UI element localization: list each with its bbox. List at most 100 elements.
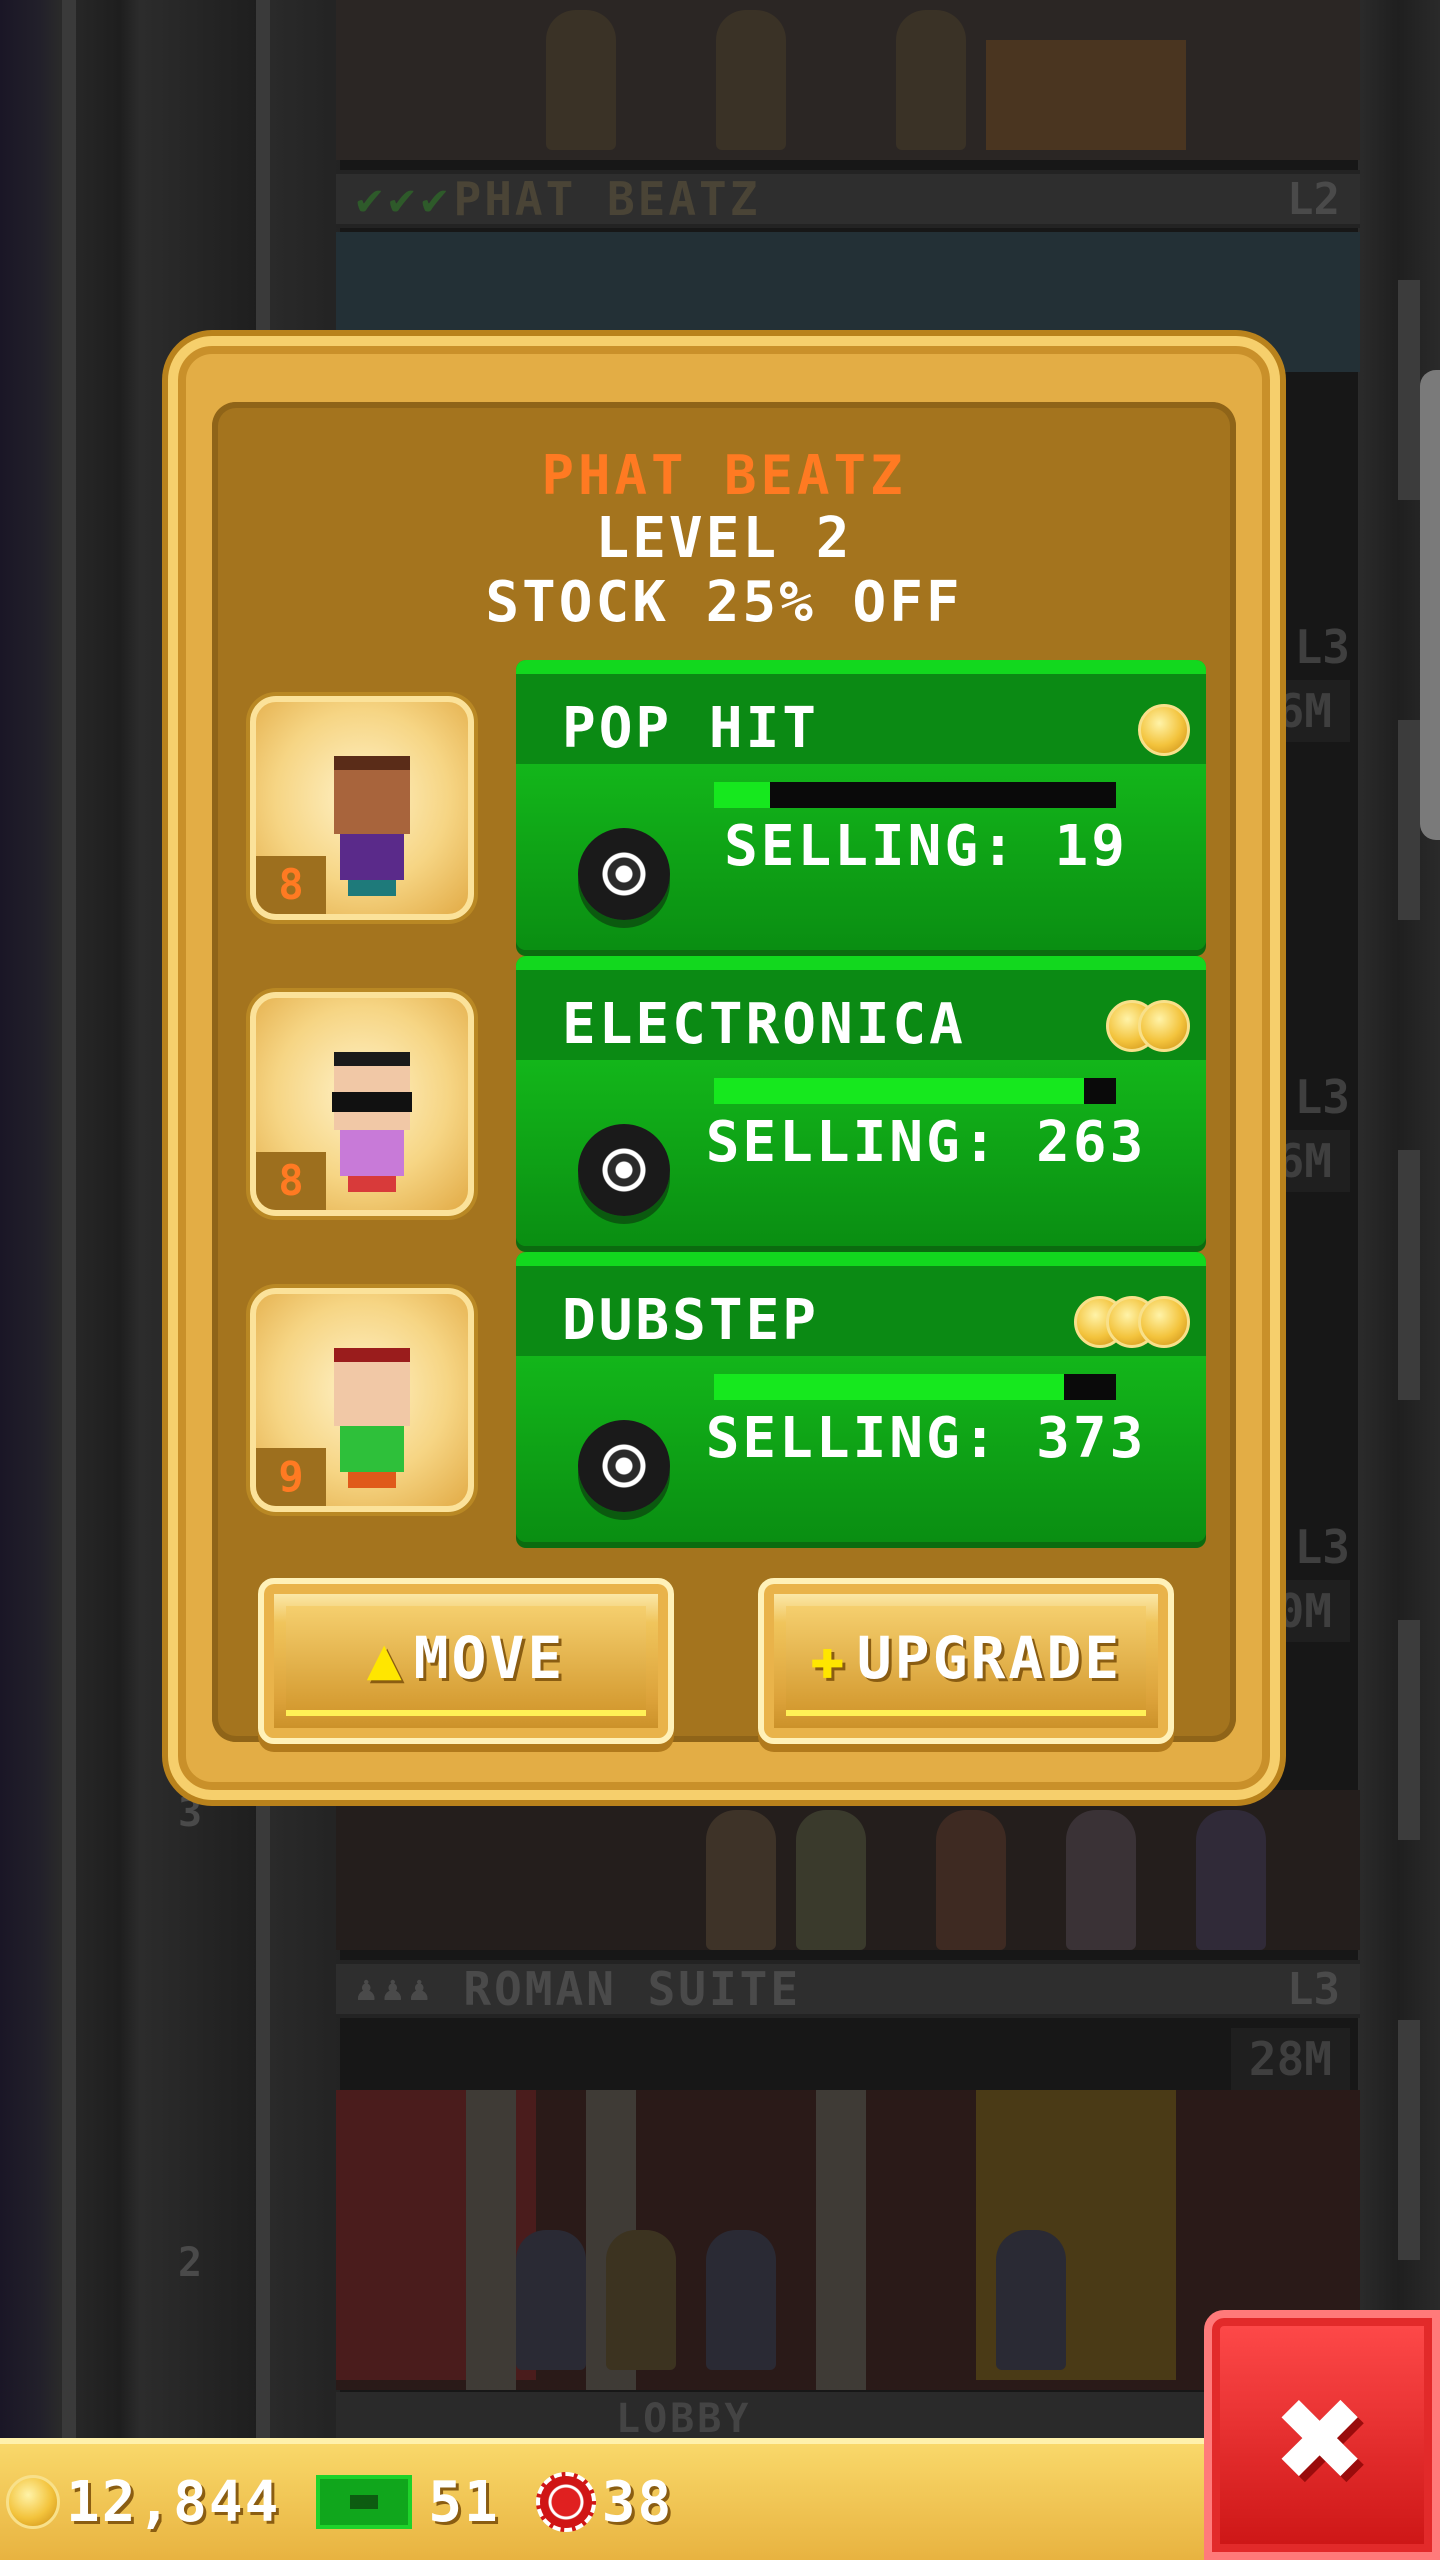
tower-right-wall <box>1358 0 1440 2440</box>
store-name: PHAT BEATZ <box>541 444 907 507</box>
resident-silhouette <box>1066 1810 1136 1950</box>
wall-slot <box>1398 280 1420 500</box>
stock-progress-bar <box>714 782 1116 808</box>
resident-dream-badge: 9 <box>256 1448 326 1506</box>
wall-slot <box>1398 2020 1420 2260</box>
chips-count: 38 <box>601 2469 674 2535</box>
currency-status-bar: 12,844 51 38 <box>0 2438 1210 2560</box>
avatar-glasses <box>332 1092 412 1112</box>
move-button-label: MOVE <box>413 1624 566 1692</box>
product-tier-coins <box>1106 1000 1190 1052</box>
guest-silhouette <box>996 2230 1066 2370</box>
resident-slot-3[interactable]: 9 <box>250 1288 474 1512</box>
selling-count: SELLING: 263 <box>705 1110 1147 1175</box>
product-body: SELLING: 373 <box>516 1356 1206 1542</box>
resident-avatar <box>328 1348 416 1488</box>
resident-avatar <box>328 756 416 896</box>
resident-avatar <box>328 1052 416 1192</box>
close-button[interactable]: ✖ <box>1204 2310 1440 2560</box>
worker-silhouette <box>546 10 616 150</box>
plus-icon: ✚ <box>809 1624 845 1692</box>
avatar-legs <box>348 1472 396 1488</box>
product-body: SELLING: 19 <box>516 764 1206 950</box>
avatar-body <box>340 1130 404 1176</box>
poker-chip-icon <box>535 2472 596 2532</box>
product-body: SELLING: 263 <box>516 1060 1206 1246</box>
product-tier-coins <box>1138 704 1190 756</box>
stock-progress-fill <box>714 1078 1084 1104</box>
coin-icon <box>1138 1000 1190 1052</box>
vinyl-record-icon <box>578 828 670 920</box>
resident-slot-1[interactable]: 8 <box>250 696 474 920</box>
selling-count: SELLING: 19 <box>724 814 1128 879</box>
avatar-head <box>334 1362 410 1426</box>
floor-price: 28M <box>1230 2028 1350 2090</box>
wall-slot <box>1398 1150 1420 1400</box>
floor-price-row: 28M <box>336 2028 1360 2090</box>
column <box>466 2090 516 2390</box>
arrow-up-icon: ▲ <box>366 1624 402 1692</box>
stock-progress-bar <box>714 1078 1116 1104</box>
floor-scene-top[interactable] <box>336 0 1360 160</box>
resident-silhouette <box>796 1810 866 1950</box>
avatar-legs <box>348 1176 396 1192</box>
move-button-face: ▲ MOVE <box>286 1606 646 1716</box>
guest-silhouette <box>516 2230 586 2370</box>
coin-icon <box>6 2475 60 2529</box>
guest-silhouette <box>706 2230 776 2370</box>
scroll-handle[interactable] <box>1420 370 1440 840</box>
check-icon: ✔ <box>356 173 383 225</box>
coins-count: 12,844 <box>66 2469 281 2535</box>
stock-progress-fill <box>714 1374 1064 1400</box>
check-icon: ✔ <box>388 173 416 225</box>
product-header: POP HIT <box>516 660 1206 764</box>
crate-pile <box>986 40 1186 150</box>
floor-name: ROMAN SUITE <box>463 1962 802 2016</box>
store-level: LEVEL 2 <box>595 506 853 571</box>
coins-stat[interactable]: 12,844 <box>6 2470 280 2535</box>
wall-slot <box>1398 1620 1420 1840</box>
store-dialog: PHAT BEATZ LEVEL 2 STOCK 25% OFF 8 8 9 P… <box>168 336 1280 1800</box>
vinyl-record-icon <box>578 1420 670 1512</box>
product-header: DUBSTEP <box>516 1252 1206 1356</box>
coin-icon <box>1138 704 1190 756</box>
product-row-pop-hit[interactable]: POP HIT SELLING: 19 <box>516 660 1206 950</box>
floor-bar-phat-beatz[interactable]: ✔ ✔ ✔ PHAT BEATZ L2 <box>336 170 1360 228</box>
column <box>816 2090 866 2390</box>
resident-dream-badge: 8 <box>256 856 326 914</box>
avatar-head <box>334 770 410 834</box>
coin-icon <box>1138 1296 1190 1348</box>
side-tag-level: L3 <box>1294 620 1350 674</box>
avatar-body <box>340 1426 404 1472</box>
product-tier-coins <box>1074 1296 1190 1348</box>
selling-count: SELLING: 373 <box>705 1406 1147 1471</box>
bux-stat[interactable]: 51 <box>316 2470 499 2535</box>
avatar-body <box>340 834 404 880</box>
side-tag-level: L3 <box>1294 1520 1350 1574</box>
stock-progress-bar <box>714 1374 1116 1400</box>
floor-scene-residents[interactable] <box>336 1790 1360 1950</box>
bux-count: 51 <box>428 2469 500 2535</box>
product-header: ELECTRONICA <box>516 956 1206 1060</box>
upgrade-button[interactable]: ✚ UPGRADE <box>758 1578 1174 1744</box>
product-row-dubstep[interactable]: DUBSTEP SELLING: 373 <box>516 1252 1206 1542</box>
guest-silhouette <box>606 2230 676 2370</box>
chips-stat[interactable]: 38 <box>535 2469 674 2535</box>
upgrade-button-face: ✚ UPGRADE <box>786 1606 1146 1716</box>
floor-name: PHAT BEATZ <box>453 172 761 226</box>
wall-pole <box>62 0 76 2440</box>
people-icon: ♟♟♟ <box>356 1969 436 2009</box>
floor-bar-roman-suite[interactable]: ♟♟♟ ROMAN SUITE L3 <box>336 1960 1360 2018</box>
floor-number: 2 <box>178 2240 203 2286</box>
product-name: POP HIT <box>562 696 820 761</box>
resident-dream-badge: 8 <box>256 1152 326 1210</box>
resident-slot-2[interactable]: 8 <box>250 992 474 1216</box>
resident-silhouette <box>1196 1810 1266 1950</box>
product-row-electronica[interactable]: ELECTRONICA SELLING: 263 <box>516 956 1206 1246</box>
move-button[interactable]: ▲ MOVE <box>258 1578 674 1744</box>
worker-silhouette <box>716 10 786 150</box>
floor-name: LOBBY <box>616 2396 752 2442</box>
resident-silhouette <box>706 1810 776 1950</box>
avatar-legs <box>348 880 396 896</box>
wall-slot <box>1398 720 1420 920</box>
